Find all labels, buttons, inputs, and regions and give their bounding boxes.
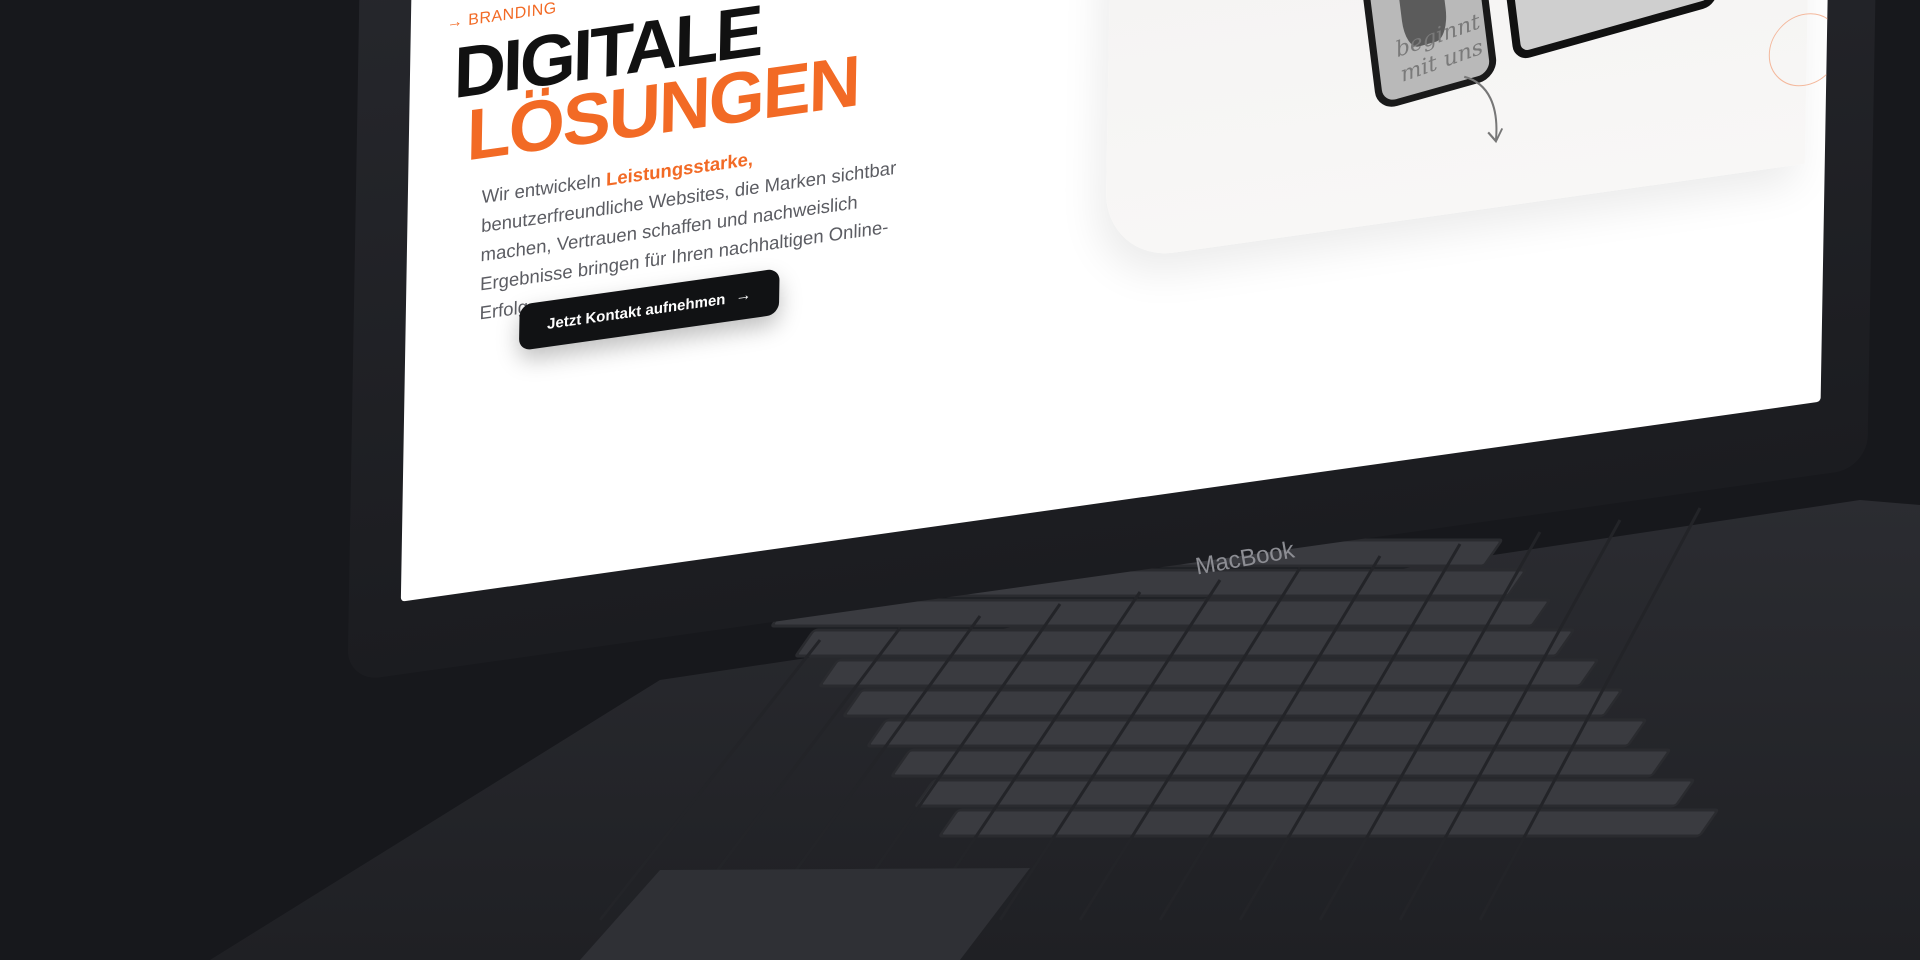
cta-label: Jetzt Kontakt aufnehmen xyxy=(546,290,726,333)
hand-drawn-arrow-icon xyxy=(1463,75,1504,144)
person-silhouette xyxy=(1553,0,1642,2)
tablet-photo xyxy=(1486,0,1719,62)
decorative-circle xyxy=(1768,8,1832,91)
macbook-mockup-scene: → BRANDING DIGITALE LÖSUNGEN Wir entwick… xyxy=(0,0,1920,960)
arrow-right-icon: → xyxy=(735,286,752,306)
hero-device-showcase: beginnt mit uns xyxy=(1104,0,1832,263)
